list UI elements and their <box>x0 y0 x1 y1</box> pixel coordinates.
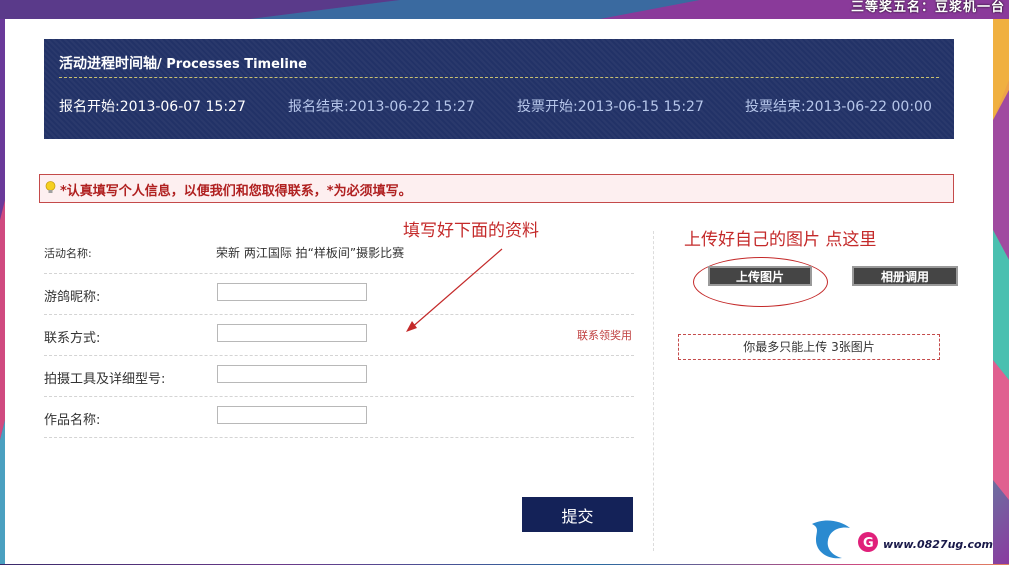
logo-text: www.0827ug.com <box>883 538 993 551</box>
bird-logo-icon: G <box>812 520 878 559</box>
upload-image-button[interactable]: 上传图片 <box>708 266 812 286</box>
prize-banner: 三等奖五名：豆浆机一台 <box>850 0 1005 15</box>
logo-letter: G <box>863 536 874 551</box>
album-select-button[interactable]: 相册调用 <box>852 266 958 286</box>
main-panel: 活动进程时间轴/ Processes Timeline 报名开始:2013-06… <box>5 19 993 564</box>
site-logo: G www.0827ug.com <box>810 516 1000 561</box>
upload-limit-notice: 你最多只能上传 3张图片 <box>678 334 940 360</box>
annotation-arrow-icon <box>406 248 503 332</box>
